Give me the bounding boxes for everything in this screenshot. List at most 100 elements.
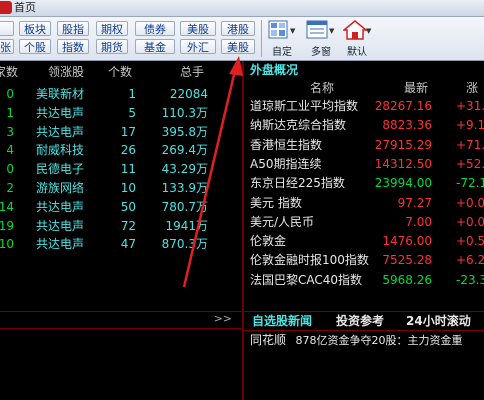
title-bar: 首页 xyxy=(0,0,484,17)
table-row[interactable]: 纳斯达克综合指数 8823.36 +9.1 xyxy=(244,116,484,134)
latest-value: 27915.29 xyxy=(374,137,432,152)
toolbar: 张 板块 股指 期权 债券 美股 港股 个股 指数 期货 基金 外汇 美股 ▼ … xyxy=(0,17,484,61)
table-row[interactable]: 19 共达电声 72 1941万 xyxy=(0,217,242,235)
toolbar-btn-forex[interactable]: 外汇 xyxy=(180,39,216,54)
sector-count: 0 xyxy=(6,162,14,177)
overseas-markets-table: 外盘概况 名称 最新 涨 道琼斯工业平均指数 28267.16 +31.2 纳斯达克综… xyxy=(244,61,484,311)
market-name: A50期指连续 xyxy=(250,156,322,171)
change-value: -72.1 xyxy=(456,176,484,191)
toolbar-btn-individual-stock[interactable]: 个股 xyxy=(19,39,51,54)
sector-count: 14 xyxy=(0,199,14,214)
latest-value: 28267.16 xyxy=(374,99,432,113)
table-row[interactable]: 伦敦金融时报100指数 7525.28 +6.2 xyxy=(244,251,484,269)
table-row[interactable]: 14 共达电声 50 780.7万 xyxy=(0,198,242,216)
custom-button[interactable]: ▼ 自定 xyxy=(266,19,300,59)
col-header-volume: 总手 xyxy=(180,65,205,79)
table-row[interactable]: 10 共达电声 47 870.3万 xyxy=(0,235,242,253)
market-name: 伦敦金 xyxy=(250,234,287,249)
multi-window-label: 多窗 xyxy=(311,47,331,58)
table-row[interactable]: 1 共达电声 5 110.3万 xyxy=(0,104,242,122)
latest-value: 97.27 xyxy=(397,195,432,210)
market-name: 美元/人民币 xyxy=(250,214,315,229)
table-row[interactable]: 东京日经225指数 23994.00 -72.1 xyxy=(244,174,484,192)
sector-count: 19 xyxy=(0,218,14,233)
table-row[interactable]: 3 共达电声 17 395.8万 xyxy=(0,123,242,141)
grid-icon xyxy=(268,20,288,39)
tab-investment-reference[interactable]: 投资参考 xyxy=(336,312,384,330)
total-volume: 22084 xyxy=(169,87,208,101)
toolbar-btn-bonds[interactable]: 债券 xyxy=(135,21,175,36)
table-row[interactable]: 0 美联新材 1 22084 xyxy=(0,85,242,103)
col-header-latest: 最新 xyxy=(404,81,429,95)
news-headline[interactable]: 878亿资金争夺20股：主力资金重 xyxy=(296,334,463,347)
toolbar-btn-us-stocks-2[interactable]: 美股 xyxy=(221,39,255,54)
toolbar-btn-futures[interactable]: 期货 xyxy=(96,39,128,54)
market-name: 纳斯达克综合指数 xyxy=(250,118,347,133)
chevron-down-icon[interactable]: ▼ xyxy=(290,27,295,35)
toolbar-btn-us-stocks[interactable]: 美股 xyxy=(180,21,216,36)
leader-stock: 共达电声 xyxy=(36,237,85,252)
news-item[interactable]: 同花顺 878亿资金争夺20股：主力资金重 xyxy=(250,331,463,348)
default-button[interactable]: ▼ 默认 xyxy=(339,19,373,59)
total-volume: 1941万 xyxy=(165,218,208,233)
change-value: +0.5 xyxy=(456,234,484,249)
table-row[interactable]: 美元/人民币 7.00 +0.0 xyxy=(244,213,484,231)
toolbar-btn-stock-index[interactable]: 股指 xyxy=(57,21,89,36)
stock-num: 50 xyxy=(120,199,136,214)
table-row[interactable]: 伦敦金 1476.00 +0.5 xyxy=(244,232,484,250)
custom-label: 自定 xyxy=(272,47,292,58)
table-row[interactable]: 0 民德电子 11 43.29万 xyxy=(0,160,242,178)
stock-num: 26 xyxy=(120,143,136,158)
table-row[interactable]: 法国巴黎CAC40指数 5968.26 -23.3 xyxy=(244,271,484,289)
stock-num: 5 xyxy=(128,105,136,120)
tab-watchlist-news[interactable]: 自选股新闻 xyxy=(252,312,312,330)
latest-value: 23994.00 xyxy=(374,176,432,191)
col-header-change: 涨 xyxy=(466,81,479,95)
bottom-left-bar: >> xyxy=(0,311,242,329)
col-header-name: 名称 xyxy=(310,81,335,95)
latest-value: 5968.26 xyxy=(382,272,432,287)
chevron-down-icon[interactable]: ▼ xyxy=(366,27,371,35)
market-name: 香港恒生指数 xyxy=(250,137,323,152)
table-row[interactable]: 美元 指数 97.27 +0.0 xyxy=(244,194,484,212)
change-value: -23.3 xyxy=(456,272,484,287)
tab-24h-rolling[interactable]: 24小时滚动 xyxy=(406,312,471,330)
news-tabs: 自选股新闻 投资参考 24小时滚动 xyxy=(244,311,484,331)
stock-num: 10 xyxy=(120,181,136,195)
toolbar-btn-funds[interactable]: 基金 xyxy=(135,39,175,54)
toolbar-btn-sector[interactable]: 板块 xyxy=(19,21,51,36)
table-row[interactable]: 2 游族网络 10 133.9万 xyxy=(0,179,242,197)
total-volume: 110.3万 xyxy=(161,105,208,120)
market-name: 伦敦金融时报100指数 xyxy=(250,253,369,268)
market-name: 道琼斯工业平均指数 xyxy=(250,99,359,113)
sector-count: 2 xyxy=(6,181,14,195)
multi-window-icon xyxy=(306,20,328,39)
multi-window-button[interactable]: ▼ 多窗 xyxy=(303,19,337,59)
expand-button[interactable]: >> xyxy=(214,312,232,325)
latest-value: 7525.28 xyxy=(382,253,432,268)
sector-count: 3 xyxy=(6,124,14,139)
toolbar-partial-row2[interactable]: 张 xyxy=(0,39,14,54)
total-volume: 43.29万 xyxy=(161,162,208,177)
chevron-down-icon[interactable]: ▼ xyxy=(329,27,334,35)
table-row[interactable]: A50期指连续 14312.50 +52.5 xyxy=(244,155,484,173)
change-value: +52.5 xyxy=(456,156,484,171)
toolbar-btn-hk-stocks[interactable]: 港股 xyxy=(221,21,255,36)
table-row[interactable]: 道琼斯工业平均指数 28267.16 +31.2 xyxy=(244,97,484,115)
stock-num: 17 xyxy=(120,124,136,139)
col-header-count: 家数 xyxy=(0,65,19,79)
market-name: 法国巴黎CAC40指数 xyxy=(250,272,363,287)
toolbar-btn-options[interactable]: 期权 xyxy=(96,21,128,36)
table-row[interactable]: 4 耐威科技 26 269.4万 xyxy=(0,141,242,159)
window-title: 首页 xyxy=(14,1,36,14)
leader-stock: 民德电子 xyxy=(36,162,85,177)
stock-num: 72 xyxy=(120,218,136,233)
sector-table: 家数 领涨股 个数 总手 0 美联新材 1 22084 1 共达电声 5 110.3万 3 共达电… xyxy=(0,61,242,311)
col-header-num: 个数 xyxy=(108,65,133,79)
change-value: +71.5 xyxy=(456,137,484,152)
toolbar-partial-row1[interactable] xyxy=(0,21,14,36)
leader-stock: 游族网络 xyxy=(36,181,85,195)
total-volume: 133.9万 xyxy=(161,181,208,195)
toolbar-btn-index[interactable]: 指数 xyxy=(57,39,89,54)
table-row[interactable]: 香港恒生指数 27915.29 +71.5 xyxy=(244,136,484,154)
